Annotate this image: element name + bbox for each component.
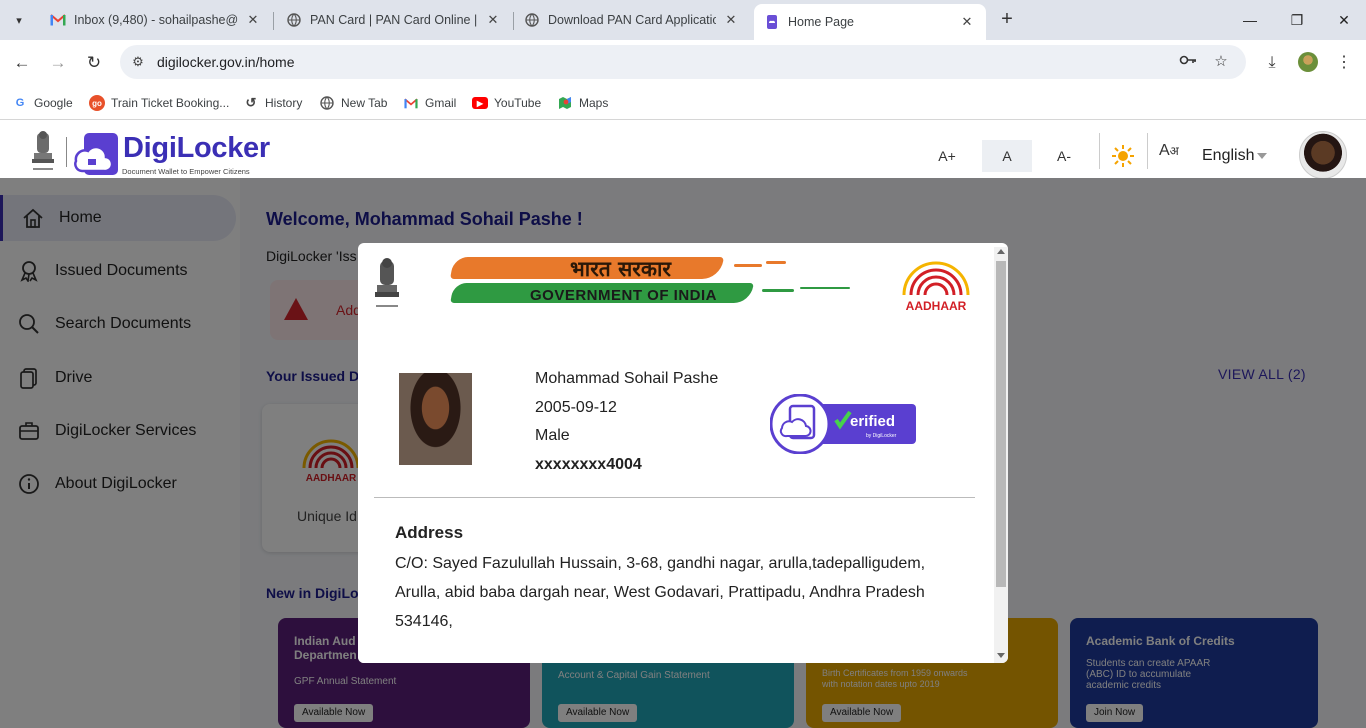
svg-text:by DigiLocker: by DigiLocker (866, 433, 897, 439)
bookmark-youtube[interactable]: ▶ YouTube (472, 92, 541, 114)
reload-button[interactable]: ↻ (82, 51, 106, 75)
download-icon[interactable]: ⤓ (1260, 51, 1284, 75)
browser-tab-strip: ▾ Inbox (9,480) - sohailpashe@gm ✕ PAN C… (0, 0, 1366, 40)
restore-button[interactable]: ❐ (1283, 8, 1311, 32)
bookmarks-bar: G Google go Train Ticket Booking... ↺ Hi… (0, 86, 1366, 120)
globe-icon (524, 12, 540, 28)
close-tab-icon[interactable]: ✕ (244, 12, 262, 28)
tab-gmail[interactable]: Inbox (9,480) - sohailpashe@gm ✕ (40, 4, 272, 36)
font-increase-button[interactable]: A+ (922, 140, 972, 172)
person-name: Mohammad Sohail Pashe (535, 370, 719, 387)
aadhaar-details-modal: भारत सरकार GOVERNMENT OF INDIA AADHAAR M… (358, 243, 1008, 663)
profile-avatar[interactable] (1298, 52, 1318, 72)
stripe-accent (766, 261, 786, 264)
tab-home-page[interactable]: Home Page ✕ (754, 4, 986, 40)
header-separator (1099, 133, 1100, 169)
profile-photo (399, 373, 472, 465)
digilocker-icon (764, 14, 780, 30)
address-text: C/O: Sayed Fazulullah Hussain, 3-68, gan… (395, 555, 926, 630)
browser-toolbar: ← → ↻ ⚙ digilocker.gov.in/home ☆ ⤓ ⋮ (0, 40, 1366, 86)
svg-text:AADHAAR: AADHAAR (906, 299, 967, 313)
address-bar[interactable]: ⚙ digilocker.gov.in/home ☆ (120, 45, 1246, 79)
aadhaar-number: xxxxxxxx4004 (535, 455, 642, 473)
person-details: Mohammad Sohail Pashe 2005-09-12 Male xx… (535, 365, 718, 479)
stripe-accent (800, 287, 850, 289)
goibibo-icon: go (89, 95, 105, 111)
bookmark-history[interactable]: ↺ History (243, 92, 303, 114)
stripe-accent (734, 264, 762, 267)
close-tab-icon[interactable]: ✕ (722, 12, 740, 28)
stripe-accent (762, 289, 794, 292)
header-separator (1147, 133, 1148, 169)
theme-toggle-sun-icon[interactable] (1112, 145, 1134, 167)
svg-text:erified: erified (850, 413, 895, 430)
url-text[interactable]: digilocker.gov.in/home (157, 54, 294, 70)
google-icon: G (15, 97, 25, 109)
forward-button[interactable]: → (46, 51, 70, 75)
user-avatar[interactable] (1299, 131, 1347, 179)
aadhaar-logo-icon: AADHAAR (902, 261, 970, 313)
header-divider (66, 137, 67, 167)
modal-scrollbar[interactable] (994, 247, 1008, 663)
banner-hindi-text: भारत सरकार (570, 257, 672, 281)
new-tab-button[interactable]: + (995, 8, 1019, 32)
modal-body: Mohammad Sohail Pashe 2005-09-12 Male xx… (358, 315, 994, 663)
brand-title[interactable]: DigiLocker (123, 132, 270, 165)
globe-icon (286, 12, 302, 28)
address-label: Address (395, 523, 464, 542)
bookmark-new-tab[interactable]: New Tab (319, 92, 387, 114)
brand-tagline: Document Wallet to Empower Citizens (122, 167, 250, 176)
scroll-down-icon[interactable] (997, 653, 1005, 658)
chevron-down-icon[interactable] (1257, 153, 1267, 159)
bookmark-maps[interactable]: Maps (557, 92, 608, 114)
bookmark-gmail[interactable]: Gmail (403, 92, 456, 114)
youtube-icon: ▶ (472, 97, 488, 109)
person-dob: 2005-09-12 (535, 398, 617, 416)
close-window-button[interactable]: ✕ (1330, 8, 1358, 32)
back-button[interactable]: ← (10, 51, 34, 75)
bookmark-star-icon[interactable]: ☆ (1212, 53, 1230, 71)
national-emblem-icon (375, 258, 399, 307)
scroll-up-icon[interactable] (997, 249, 1005, 254)
banner-english-text: GOVERNMENT OF INDIA (530, 287, 718, 304)
site-info-icon[interactable]: ⚙ (130, 54, 146, 70)
person-gender: Male (535, 427, 570, 444)
menu-kebab-icon[interactable]: ⋮ (1332, 51, 1356, 75)
tab-pan-card[interactable]: PAN Card | PAN Card Online | P ✕ (276, 4, 512, 36)
tab-download-pan[interactable]: Download PAN Card Application ✕ (514, 4, 750, 36)
language-select[interactable]: English (1202, 147, 1254, 165)
bookmark-train-ticket[interactable]: go Train Ticket Booking... (89, 92, 229, 114)
digilocker-logo-icon[interactable] (74, 133, 120, 175)
globe-icon (319, 95, 335, 111)
close-tab-icon[interactable]: ✕ (484, 12, 502, 28)
tab-search-button[interactable]: ▾ (6, 8, 32, 32)
bookmark-google[interactable]: G Google (12, 92, 73, 114)
font-decrease-button[interactable]: A- (1039, 140, 1089, 172)
government-banner: भारत सरकार GOVERNMENT OF INDIA AADHAAR (362, 247, 989, 315)
minimize-button[interactable]: — (1236, 8, 1264, 32)
close-tab-icon[interactable]: ✕ (958, 14, 976, 30)
key-icon[interactable] (1179, 53, 1197, 71)
translate-icon[interactable]: Aअ (1159, 142, 1179, 160)
history-icon: ↺ (245, 95, 257, 110)
tab-separator (273, 12, 274, 30)
section-divider (374, 497, 975, 498)
verified-badge-icon: erified by DigiLocker (770, 394, 916, 454)
maps-icon (557, 95, 573, 111)
gmail-icon (403, 95, 419, 111)
scroll-thumb[interactable] (996, 261, 1006, 587)
font-normal-button[interactable]: A (982, 140, 1032, 172)
site-header: DigiLocker Document Wallet to Empower Ci… (0, 121, 1366, 179)
gmail-icon (50, 12, 66, 28)
national-emblem-icon (32, 131, 54, 170)
